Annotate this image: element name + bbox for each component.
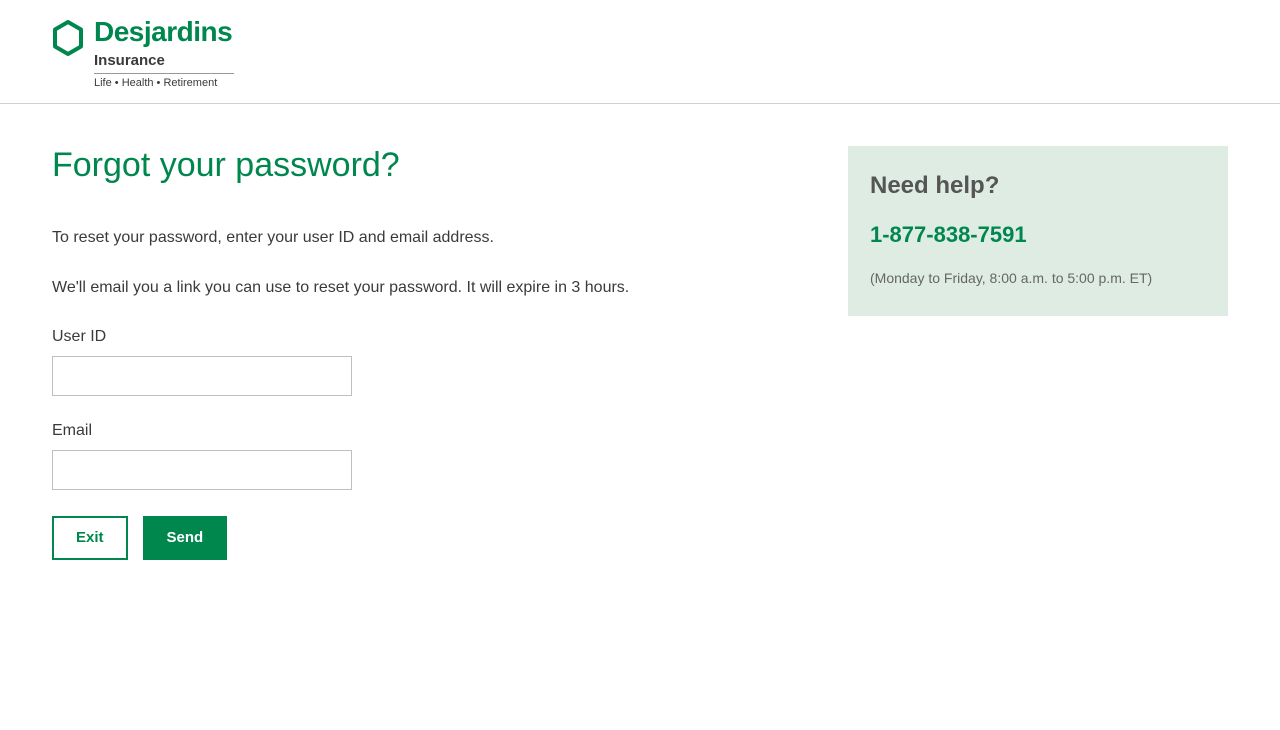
- email-input[interactable]: [52, 450, 352, 490]
- main-content: Forgot your password? To reset your pass…: [52, 146, 788, 560]
- instruction-text-1: To reset your password, enter your user …: [52, 227, 788, 249]
- instruction-text-2: We'll email you a link you can use to re…: [52, 277, 788, 299]
- user-id-label: User ID: [52, 328, 788, 346]
- help-phone[interactable]: 1-877-838-7591: [870, 222, 1206, 248]
- exit-button[interactable]: Exit: [52, 516, 128, 560]
- help-box: Need help? 1-877-838-7591 (Monday to Fri…: [848, 146, 1228, 316]
- page-title: Forgot your password?: [52, 146, 788, 185]
- hexagon-icon: [52, 20, 84, 61]
- user-id-input[interactable]: [52, 356, 352, 396]
- brand-name: Desjardins: [94, 18, 234, 46]
- help-title: Need help?: [870, 172, 1206, 200]
- help-hours: (Monday to Friday, 8:00 a.m. to 5:00 p.m…: [870, 270, 1206, 286]
- email-label: Email: [52, 422, 788, 440]
- send-button[interactable]: Send: [143, 516, 228, 560]
- header: Desjardins Insurance Life • Health • Ret…: [0, 0, 1280, 104]
- subbrand: Insurance: [94, 52, 234, 74]
- instructions: To reset your password, enter your user …: [52, 227, 788, 300]
- logo[interactable]: Desjardins Insurance Life • Health • Ret…: [52, 18, 1228, 89]
- tagline: Life • Health • Retirement: [94, 77, 234, 89]
- sidebar: Need help? 1-877-838-7591 (Monday to Fri…: [848, 146, 1228, 560]
